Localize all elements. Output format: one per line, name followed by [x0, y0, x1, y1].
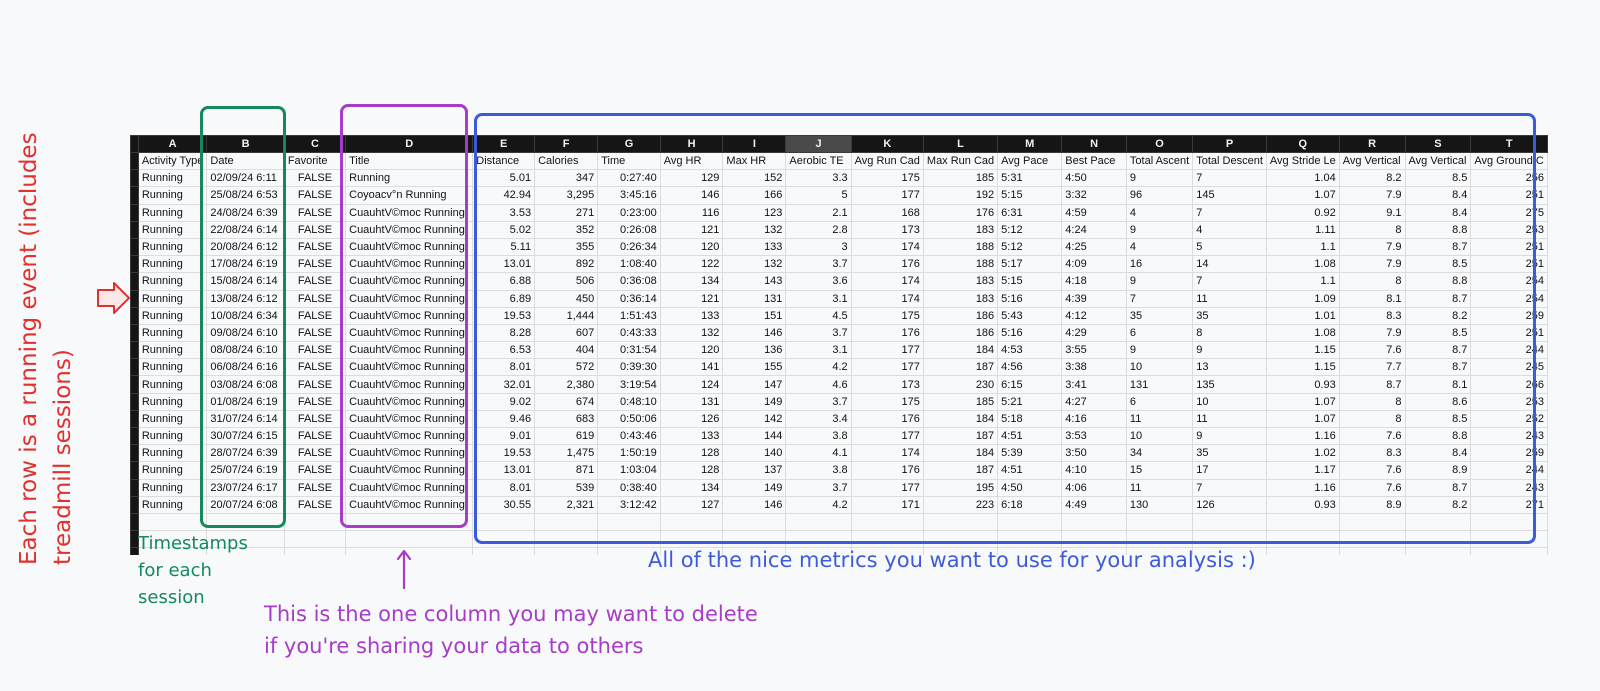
cell[interactable]: Running [137, 169, 208, 188]
cell[interactable]: FALSE [283, 461, 347, 480]
cell[interactable]: Running [137, 375, 208, 394]
cell[interactable]: Running [137, 461, 208, 480]
cell[interactable]: Running [137, 444, 208, 463]
cell[interactable] [534, 547, 599, 555]
cell[interactable]: Running [137, 478, 208, 497]
cell[interactable]: FALSE [283, 220, 347, 239]
title-column-highlight [340, 104, 468, 528]
cell[interactable]: FALSE [283, 358, 347, 377]
cell[interactable]: FALSE [283, 237, 347, 257]
title-note-line-1: This is the one column you may want to d… [264, 602, 758, 626]
cell[interactable]: Running [137, 426, 208, 446]
row-header[interactable] [130, 358, 139, 377]
cell[interactable] [283, 512, 347, 532]
cell[interactable] [1470, 547, 1548, 555]
cell[interactable]: Running [137, 358, 208, 377]
row-arrow-icon [97, 282, 130, 314]
column-header-a[interactable]: A [137, 135, 208, 153]
row-header[interactable] [130, 151, 139, 171]
cell[interactable]: FALSE [283, 426, 347, 446]
row-header[interactable] [130, 409, 139, 429]
timestamps-annotation: Timestamps for each session [138, 530, 248, 611]
cell[interactable]: FALSE [283, 203, 347, 222]
cell[interactable] [1404, 547, 1472, 555]
metrics-annotation: All of the nice metrics you want to use … [648, 548, 1256, 572]
cell[interactable] [1265, 547, 1340, 555]
cell[interactable] [283, 547, 347, 555]
row-header[interactable] [130, 444, 139, 463]
cell[interactable] [472, 547, 536, 555]
cell[interactable]: Running [137, 186, 208, 205]
cell[interactable]: FALSE [283, 495, 347, 514]
cell[interactable]: FALSE [283, 392, 347, 411]
cell[interactable]: Running [137, 409, 208, 429]
timestamps-note-line-3: session [138, 587, 205, 608]
cell[interactable]: Activity Type [137, 151, 208, 171]
row-header[interactable] [130, 375, 139, 394]
title-note-line-2: if you're sharing your data to others [264, 634, 644, 658]
cell[interactable]: Running [137, 341, 208, 360]
row-header[interactable] [130, 426, 139, 446]
row-header[interactable] [130, 237, 139, 257]
cell[interactable]: Running [137, 495, 208, 514]
cell[interactable]: FALSE [283, 306, 347, 325]
cell[interactable]: Favorite [283, 151, 347, 171]
cell[interactable]: FALSE [283, 409, 347, 429]
column-header-c[interactable]: C [283, 135, 347, 153]
cell[interactable]: FALSE [283, 289, 347, 308]
cell[interactable] [1338, 547, 1406, 555]
row-header[interactable] [130, 341, 139, 360]
cell[interactable] [283, 530, 347, 549]
select-all-corner[interactable] [130, 135, 139, 153]
cell[interactable] [137, 512, 208, 532]
cell[interactable]: FALSE [283, 341, 347, 360]
row-header[interactable] [130, 220, 139, 239]
cell[interactable]: Running [137, 255, 208, 274]
cell[interactable] [345, 530, 474, 549]
row-header[interactable] [130, 392, 139, 411]
cell[interactable]: FALSE [283, 255, 347, 274]
cell[interactable]: Running [137, 306, 208, 325]
cell[interactable]: Running [137, 237, 208, 257]
row-header[interactable] [130, 323, 139, 343]
row-header[interactable] [130, 495, 139, 514]
row-header[interactable] [130, 461, 139, 480]
metrics-highlight [474, 113, 1536, 544]
cell[interactable]: FALSE [283, 323, 347, 343]
cell[interactable]: FALSE [283, 272, 347, 291]
cell[interactable]: FALSE [283, 169, 347, 188]
title-annotation: This is the one column you may want to d… [264, 598, 758, 662]
row-header[interactable] [130, 478, 139, 497]
row-header[interactable] [130, 255, 139, 274]
row-header[interactable] [130, 203, 139, 222]
timestamps-note-line-1: Timestamps [138, 533, 248, 554]
timestamps-note-line-2: for each [138, 560, 212, 581]
cell[interactable]: Running [137, 289, 208, 308]
row-header[interactable] [130, 186, 139, 205]
row-header[interactable] [130, 512, 139, 532]
cell[interactable]: Running [137, 272, 208, 291]
cell[interactable]: FALSE [283, 375, 347, 394]
cell[interactable]: FALSE [283, 444, 347, 463]
cell[interactable]: Running [137, 392, 208, 411]
cell[interactable]: Running [137, 323, 208, 343]
cell[interactable]: FALSE [283, 186, 347, 205]
rows-annotation: Each row is a running event (includes tr… [16, 132, 76, 565]
cell[interactable]: FALSE [283, 478, 347, 497]
row-header[interactable] [130, 169, 139, 188]
cell[interactable]: Running [137, 220, 208, 239]
cell[interactable]: Running [137, 203, 208, 222]
title-arrow-icon [396, 549, 412, 590]
date-column-highlight [200, 106, 286, 528]
